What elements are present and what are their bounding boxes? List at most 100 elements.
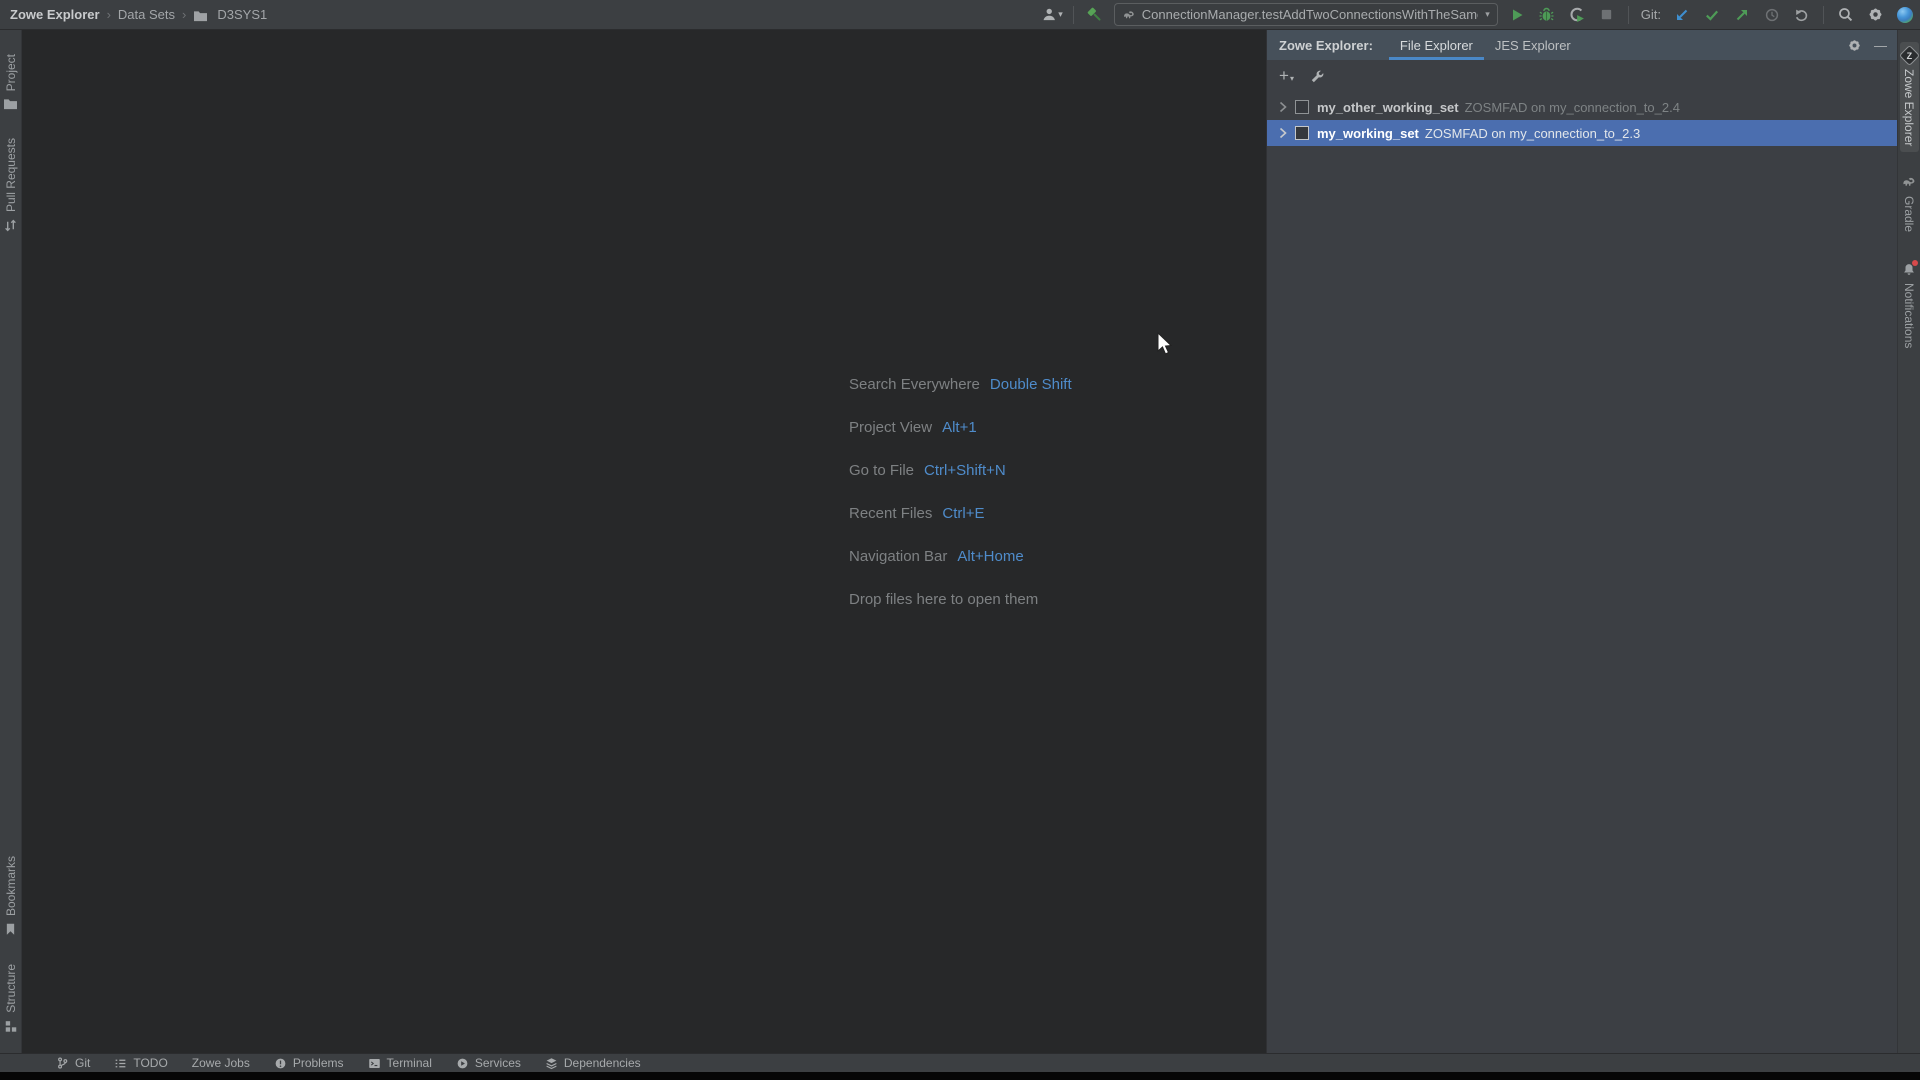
tab-jes-explorer[interactable]: JES Explorer	[1484, 30, 1582, 60]
working-set-detail: ZOSMFAD on my_connection_to_2.4	[1464, 99, 1680, 115]
stripe-item-notifications[interactable]: Notifications	[1900, 256, 1918, 354]
working-set-detail: ZOSMFAD on my_connection_to_2.3	[1424, 125, 1641, 141]
search-icon[interactable]	[1834, 4, 1856, 26]
shortcut-label: Go to File	[849, 461, 915, 479]
stripe-label: Notifications	[1902, 283, 1916, 349]
statusbar-item-terminal[interactable]: Terminal	[368, 1056, 432, 1070]
git-commit-button[interactable]	[1701, 4, 1723, 26]
tab-file-explorer[interactable]: File Explorer	[1389, 30, 1484, 60]
statusbar-item-dependencies[interactable]: Dependencies	[545, 1056, 641, 1070]
drop-files-hint: Drop files here to open them	[849, 590, 1039, 608]
shortcut-label: Search Everywhere	[849, 375, 980, 393]
tree-row-my-working-set[interactable]: my_working_set ZOSMFAD on my_connection_…	[1267, 120, 1897, 146]
folder-icon	[4, 99, 17, 110]
working-set-icon	[1295, 126, 1309, 140]
statusbar-item-services[interactable]: Services	[456, 1056, 521, 1070]
edit-wrench-icon[interactable]	[1310, 69, 1325, 84]
right-tool-stripe: Z Zowe Explorer Gradle Notifications	[1897, 30, 1920, 1053]
chevron-right-icon[interactable]	[1279, 101, 1287, 113]
hide-panel-icon[interactable]: —	[1874, 39, 1887, 52]
statusbar-item-problems[interactable]: Problems	[274, 1056, 344, 1070]
mouse-cursor	[1157, 332, 1175, 358]
shortcut-keys: Alt+Home	[957, 547, 1024, 565]
terminal-icon	[368, 1058, 380, 1068]
stripe-item-zowe-explorer[interactable]: Z Zowe Explorer	[1898, 42, 1920, 153]
shortcut-hints: Search Everywhere Double Shift Project V…	[849, 375, 1072, 608]
gradle-elephant-icon	[1903, 178, 1915, 187]
breadcrumb: Zowe Explorer › Data Sets › D3SYS1	[10, 7, 267, 22]
stripe-item-gradle[interactable]: Gradle	[1899, 170, 1919, 238]
chevron-down-icon: ▾	[1058, 9, 1063, 19]
tool-window-header: Zowe Explorer: File Explorer JES Explore…	[1267, 30, 1897, 60]
bell-icon	[1902, 260, 1918, 277]
breadcrumb-item-data-sets[interactable]: Data Sets	[118, 7, 175, 22]
run-configuration-select[interactable]: ConnectionManager.testAddTwoConnectionsW…	[1113, 3, 1498, 26]
git-branch-icon	[58, 1057, 68, 1069]
stripe-label: Pull Requests	[3, 138, 18, 213]
problems-icon	[275, 1058, 286, 1068]
stripe-label: Bookmarks	[3, 856, 18, 917]
zowe-logo-icon: Z	[1898, 44, 1920, 67]
git-update-button[interactable]	[1671, 4, 1693, 26]
git-label: Git:	[1640, 7, 1661, 22]
stop-button	[1596, 4, 1618, 26]
working-set-name: my_other_working_set	[1317, 99, 1459, 115]
main-toolbar: Zowe Explorer › Data Sets › D3SYS1 ▾ Con…	[0, 0, 1920, 30]
stripe-label: Gradle	[1902, 196, 1916, 233]
layers-icon	[546, 1057, 557, 1069]
shortcut-keys: Double Shift	[989, 375, 1072, 393]
folder-icon	[193, 9, 208, 22]
breadcrumb-item-d3sys1[interactable]: D3SYS1	[217, 7, 267, 22]
bookmark-icon	[6, 924, 15, 935]
stripe-item-bookmarks[interactable]: Bookmarks	[2, 850, 20, 942]
shortcut-keys: Alt+1	[942, 418, 977, 436]
tool-window-title[interactable]: Zowe Explorer:	[1279, 38, 1373, 53]
stripe-label: Zowe Explorer	[1902, 69, 1916, 147]
breadcrumb-separator: ›	[182, 7, 187, 22]
history-clock-button	[1761, 4, 1783, 26]
settings-gear-icon[interactable]	[1864, 4, 1886, 26]
working-set-tree: my_other_working_set ZOSMFAD on my_conne…	[1267, 94, 1897, 146]
run-configuration-value: ConnectionManager.testAddTwoConnectionsW…	[1141, 7, 1478, 22]
shortcut-keys: Ctrl+E	[942, 504, 985, 522]
working-set-icon	[1295, 100, 1309, 114]
chevron-right-icon[interactable]	[1279, 127, 1287, 139]
services-icon	[457, 1058, 468, 1068]
run-with-coverage-button[interactable]	[1566, 4, 1588, 26]
debug-button[interactable]	[1536, 4, 1558, 26]
screen-bottom-strip	[0, 1072, 1920, 1080]
toolbar-separator	[1823, 5, 1824, 24]
statusbar-item-zowe-jobs[interactable]: Zowe Jobs	[192, 1056, 250, 1070]
gradle-task-icon	[1123, 10, 1134, 18]
shortcut-label: Navigation Bar	[849, 547, 948, 565]
breadcrumb-item-zowe-explorer[interactable]: Zowe Explorer	[10, 7, 100, 22]
run-button[interactable]	[1506, 4, 1528, 26]
build-hammer-button[interactable]	[1084, 4, 1106, 26]
stripe-label: Project	[3, 54, 18, 92]
left-tool-stripe: Project Pull Requests Bookmarks Structur…	[0, 30, 22, 1053]
zowe-explorer-panel: Zowe Explorer: File Explorer JES Explore…	[1266, 30, 1897, 1053]
add-working-set-button[interactable]: + ▾	[1279, 67, 1294, 84]
working-set-name: my_working_set	[1317, 125, 1419, 141]
rollback-button[interactable]	[1791, 4, 1813, 26]
panel-toolbar: + ▾	[1267, 60, 1897, 92]
user-profile-button[interactable]: ▾	[1041, 4, 1063, 26]
statusbar-item-todo[interactable]: TODO	[114, 1056, 168, 1070]
toolbar-separator	[1072, 5, 1074, 24]
statusbar-item-git[interactable]: Git	[56, 1056, 90, 1070]
toolbar-separator	[1627, 5, 1629, 24]
structure-icon	[5, 1021, 16, 1032]
stripe-item-structure[interactable]: Structure	[2, 958, 20, 1039]
chevron-down-icon: ▾	[1485, 9, 1490, 19]
stripe-item-project[interactable]: Project	[1, 48, 20, 116]
status-bar: Git TODO Zowe Jobs Problems Terminal Ser…	[0, 1053, 1920, 1072]
breadcrumb-separator: ›	[106, 7, 111, 22]
profile-gradient-icon[interactable]	[1894, 4, 1916, 26]
panel-settings-gear-icon[interactable]	[1847, 38, 1862, 53]
git-push-button[interactable]	[1731, 4, 1753, 26]
tree-row-my-other-working-set[interactable]: my_other_working_set ZOSMFAD on my_conne…	[1267, 94, 1897, 120]
toolbar-actions: ▾ ConnectionManager.testAddTwoConnection…	[1041, 0, 1916, 29]
pull-request-icon	[5, 220, 16, 232]
stripe-item-pull-requests[interactable]: Pull Requests	[1, 132, 20, 239]
shortcut-keys: Ctrl+Shift+N	[924, 461, 1006, 479]
